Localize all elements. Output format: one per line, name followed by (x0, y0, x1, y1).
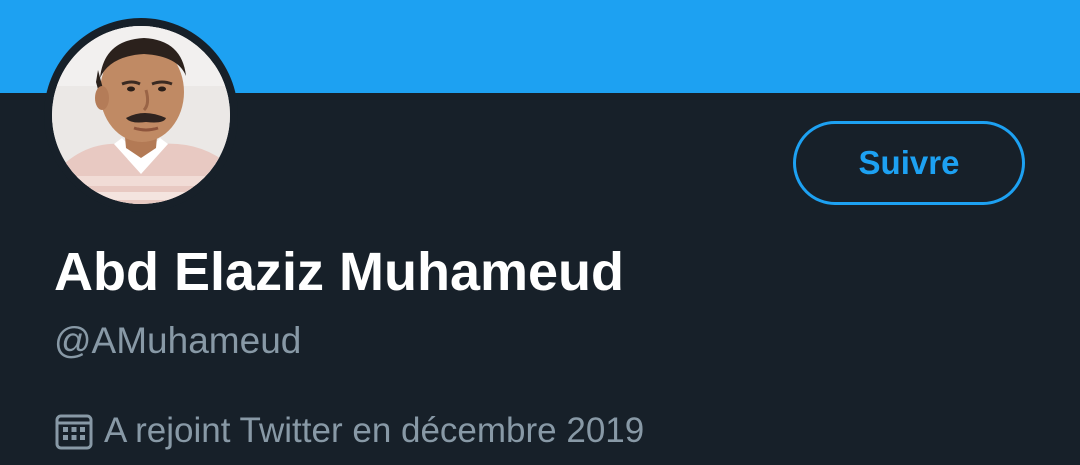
display-name: Abd Elaziz Muhameud (54, 242, 625, 302)
user-handle: @AMuhameud (54, 320, 302, 361)
follow-button[interactable]: Suivre (793, 121, 1025, 205)
person-photo-icon (52, 26, 230, 204)
join-date-text: A rejoint Twitter en décembre 2019 (104, 411, 645, 450)
join-date: A rejoint Twitter en décembre 2019 (54, 408, 644, 454)
calendar-icon (54, 411, 94, 451)
avatar-photo (52, 26, 230, 204)
avatar[interactable] (44, 18, 238, 212)
